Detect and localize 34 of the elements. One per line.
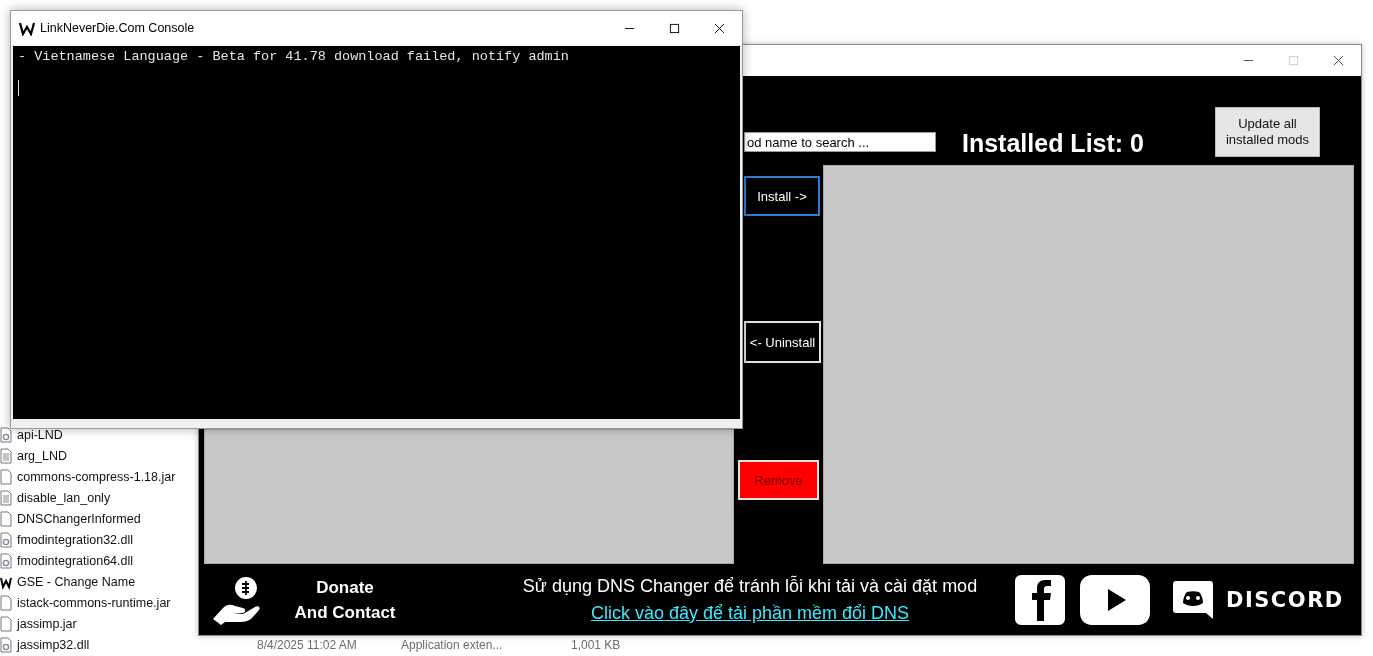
- installed-list-title: Installed List: 0: [962, 129, 1144, 158]
- file-date: 8/4/2025 11:02 AM: [257, 637, 358, 652]
- file-name[interactable]: fmodintegration64.dll: [17, 553, 134, 568]
- maximize-icon: [1288, 55, 1299, 66]
- file-name[interactable]: disable_lan_only: [17, 490, 111, 505]
- file-name[interactable]: istack-commons-runtime.jar: [17, 595, 171, 610]
- file-name[interactable]: GSE - Change Name: [17, 574, 136, 589]
- dns-notice: Sử dụng DNS Changer để tránh lỗi khi tải và cài đặt mod: [522, 575, 978, 597]
- file-name[interactable]: DNSChangerInformed: [17, 511, 141, 526]
- donate-contact-link[interactable]: Donate And Contact: [293, 574, 397, 625]
- update-all-button[interactable]: Update all installed mods: [1215, 107, 1320, 157]
- file-name[interactable]: commons-compress-1.18.jar: [17, 469, 176, 484]
- file-name[interactable]: arg_LND: [17, 448, 68, 463]
- file-name[interactable]: jassimp.jar: [17, 616, 77, 631]
- file-name[interactable]: jassimp32.dll: [17, 637, 90, 652]
- file-size: 1,001 KB: [571, 637, 621, 652]
- file-name[interactable]: api-LND: [17, 427, 63, 442]
- file-name[interactable]: fmodintegration32.dll: [17, 532, 134, 547]
- close-icon[interactable]: [714, 22, 725, 34]
- close-icon[interactable]: [1333, 55, 1344, 66]
- discord-wordmark[interactable]: DISCORD: [1226, 587, 1344, 612]
- chat-controller-icon[interactable]: [1173, 580, 1213, 619]
- search-field[interactable]: od name to search ...: [744, 132, 936, 152]
- window-title: LinkNeverDie.Com Console: [40, 21, 195, 35]
- maximize-icon[interactable]: [669, 22, 680, 34]
- facebook-icon[interactable]: [1015, 574, 1065, 625]
- play-icon[interactable]: [1080, 574, 1150, 625]
- console-line: - Vietnamese Language - Beta for 41.78 download failed, notify admin: [18, 49, 570, 65]
- file-type: Application exten...: [401, 637, 504, 652]
- uninstall-button[interactable]: <- Uninstall: [744, 321, 821, 363]
- install-button[interactable]: Install ->: [744, 176, 820, 216]
- logo-icon: [19, 20, 35, 36]
- text-cursor: [18, 80, 19, 96]
- dns-download-link[interactable]: Click vào đây để tải phần mềm đổi DNS: [590, 602, 910, 624]
